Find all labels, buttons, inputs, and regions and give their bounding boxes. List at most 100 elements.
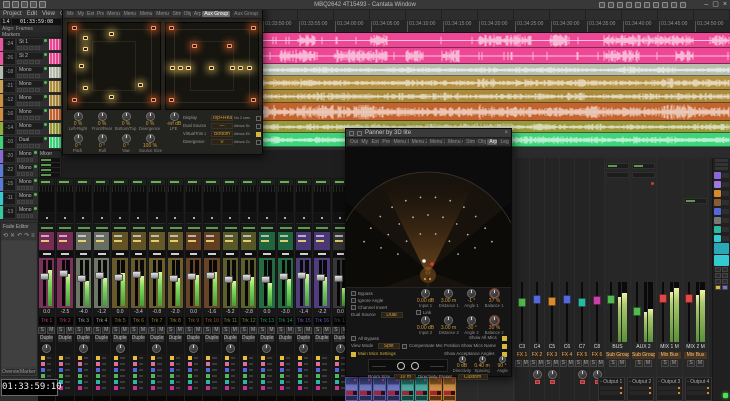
front-rear-knob[interactable] xyxy=(98,112,107,121)
fader-cap[interactable] xyxy=(77,275,86,282)
mute-button[interactable] xyxy=(17,130,22,134)
solo-button[interactable] xyxy=(23,88,28,92)
show-all-mics-toggle[interactable] xyxy=(502,336,507,341)
automation-button[interactable] xyxy=(30,172,33,176)
fade-tool-icon-1[interactable]: ✕ xyxy=(10,232,15,240)
mute-button[interactable] xyxy=(17,74,22,78)
sends-section[interactable] xyxy=(76,232,91,250)
record-button[interactable] xyxy=(29,102,34,106)
mute-button[interactable] xyxy=(722,273,728,278)
speaker-icon[interactable] xyxy=(151,98,156,102)
mic-pair-diagram[interactable] xyxy=(368,359,448,372)
automation-row[interactable] xyxy=(186,385,201,391)
solo-button[interactable]: S xyxy=(130,327,138,334)
record-button[interactable] xyxy=(29,144,34,148)
mixer-icon[interactable] xyxy=(644,2,650,8)
mixer-strip[interactable]: C5FX 3SM xyxy=(545,158,560,401)
tab-arp[interactable]: Arp xyxy=(487,139,497,145)
automation-mode[interactable] xyxy=(149,225,164,231)
angle-1-knob[interactable] xyxy=(467,289,476,298)
mute-button[interactable]: M xyxy=(121,327,129,334)
insert-slot[interactable] xyxy=(223,179,238,185)
fader-cap[interactable] xyxy=(59,270,68,277)
mixer-strip[interactable]: -5.2Trk 11SMDuplex xyxy=(222,178,240,401)
mute-button[interactable]: M xyxy=(568,360,575,367)
maximize-button[interactable]: ▢ xyxy=(712,1,719,9)
track-row[interactable]: -12Mono xyxy=(0,94,62,108)
fader-cap[interactable] xyxy=(548,297,556,306)
solo-button[interactable] xyxy=(21,186,24,190)
speaker-icon[interactable] xyxy=(251,98,256,102)
tab-obj[interactable]: Obj xyxy=(182,11,191,17)
insert-slot[interactable] xyxy=(57,179,72,185)
automation-mode[interactable] xyxy=(186,225,201,231)
automation-row[interactable] xyxy=(278,385,293,391)
channel-header[interactable] xyxy=(415,377,428,401)
fader-cap[interactable] xyxy=(40,273,49,280)
divergence-knob[interactable] xyxy=(146,112,155,121)
fader-cap[interactable] xyxy=(169,275,178,282)
mute-button[interactable] xyxy=(17,214,20,218)
solo-button[interactable]: S xyxy=(545,360,552,367)
mute-button[interactable]: M xyxy=(323,327,331,334)
mixer-strip[interactable]: 0.0Trk 13SMDuplex xyxy=(258,178,276,401)
mute-button[interactable]: M xyxy=(583,360,590,367)
sends-section[interactable] xyxy=(131,232,146,250)
automation-button[interactable] xyxy=(35,116,40,120)
fader-cap[interactable] xyxy=(518,298,526,307)
automation-row[interactable] xyxy=(204,385,219,391)
mixer-strip[interactable]: 0.0Trk 9SMDuplex xyxy=(185,178,203,401)
automation-mode[interactable] xyxy=(296,225,311,231)
export-audio-icon[interactable] xyxy=(39,1,46,8)
solo-button[interactable] xyxy=(21,158,24,162)
mute-button[interactable]: M xyxy=(157,327,165,334)
tab-menu-3[interactable]: Menu 3 xyxy=(428,139,445,145)
track-row[interactable]: -11Mono xyxy=(0,192,38,206)
virtualtrim-link-value[interactable]: Bottom xyxy=(211,131,233,137)
speaker-icon[interactable] xyxy=(209,66,214,70)
fader-cap[interactable] xyxy=(297,272,306,279)
speaker-icon[interactable] xyxy=(247,66,252,70)
automation-row[interactable] xyxy=(259,385,274,391)
left-right-knob[interactable] xyxy=(74,112,83,121)
mute-button[interactable]: M xyxy=(249,327,257,334)
angle-knob[interactable] xyxy=(499,356,506,363)
mute-button[interactable] xyxy=(17,60,22,64)
speaker-icon[interactable] xyxy=(83,36,88,40)
mute-button[interactable] xyxy=(17,186,20,190)
import-audio-icon[interactable] xyxy=(30,1,37,8)
new-project-icon[interactable] xyxy=(3,1,10,8)
channel-header[interactable] xyxy=(345,377,358,401)
record-button[interactable] xyxy=(26,214,29,218)
fader-cap[interactable] xyxy=(685,294,693,303)
mute-button[interactable]: M xyxy=(618,360,626,367)
mute-button[interactable]: M xyxy=(84,327,92,334)
folder-icon[interactable] xyxy=(662,2,668,8)
pan-display[interactable] xyxy=(259,213,274,224)
sends-section[interactable] xyxy=(112,232,127,250)
automation-mode[interactable] xyxy=(168,225,183,231)
mute-button[interactable]: M xyxy=(538,360,545,367)
pan-display[interactable] xyxy=(57,213,72,224)
insert-slot[interactable] xyxy=(278,179,293,185)
panner3d-titlebar[interactable]: Panner by 3D lite × xyxy=(346,129,511,138)
fader-cap[interactable] xyxy=(187,273,196,280)
solo-button[interactable] xyxy=(21,172,24,176)
mute-button[interactable] xyxy=(17,200,20,204)
close-button[interactable]: × xyxy=(723,1,727,9)
audio-clip-lane[interactable] xyxy=(262,48,730,64)
insert-slot[interactable] xyxy=(241,179,256,185)
fade-editor-canvas[interactable] xyxy=(2,241,36,367)
pan-display[interactable] xyxy=(241,213,256,224)
routing-slot[interactable] xyxy=(632,172,655,178)
mute-button[interactable]: M xyxy=(304,327,312,334)
sends-section[interactable] xyxy=(296,232,311,250)
angle-2-knob[interactable] xyxy=(467,316,476,325)
audio-clip-lane[interactable] xyxy=(262,33,730,48)
solo-button[interactable] xyxy=(23,46,28,50)
pan-knob[interactable] xyxy=(336,344,345,353)
track-row[interactable]: -10Dual xyxy=(0,136,62,150)
output-group[interactable]: ◦ Output 2 xyxy=(627,377,654,401)
tab-obj[interactable]: Obj xyxy=(476,139,486,145)
automation-mode[interactable] xyxy=(39,225,54,231)
